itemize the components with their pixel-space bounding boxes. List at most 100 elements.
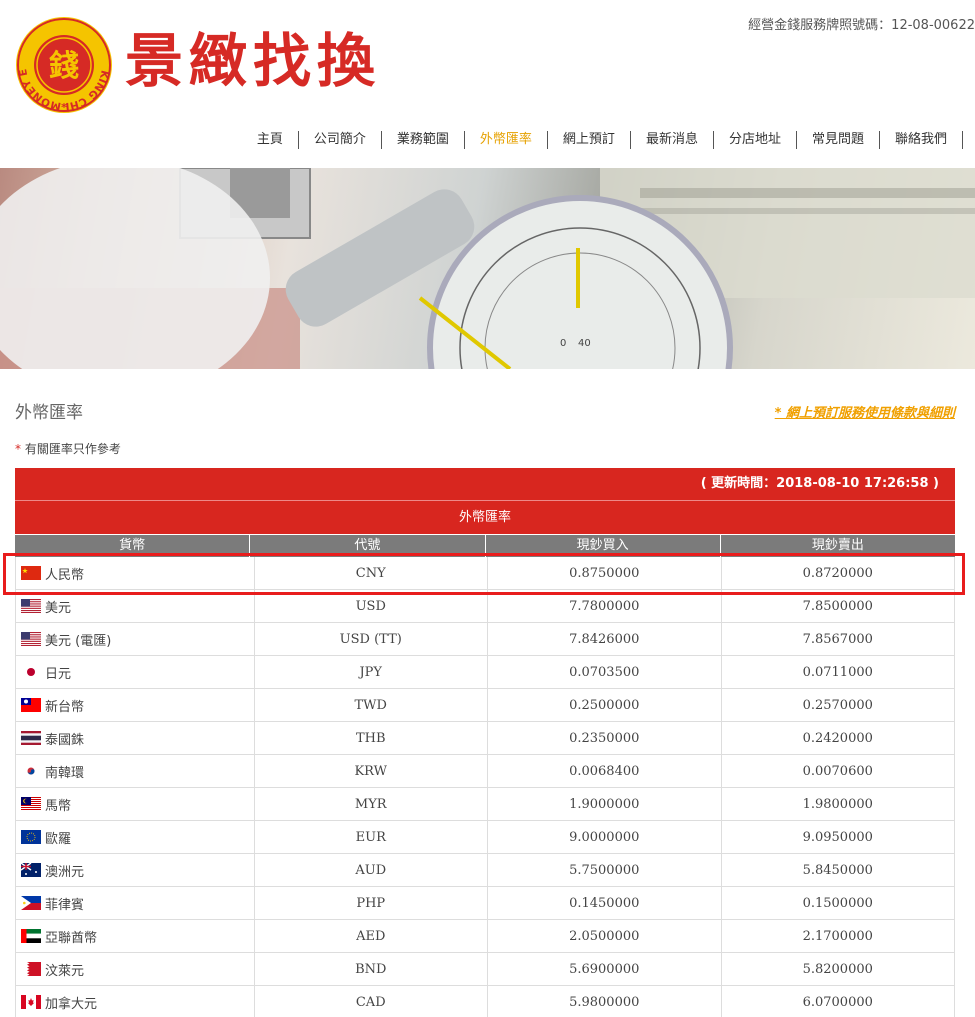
sell-rate: 5.8200000	[720, 953, 955, 985]
currency-cell: 南韓環	[15, 755, 254, 787]
currency-code: KRW	[253, 755, 488, 787]
currency-code: USD	[253, 590, 488, 622]
nav-news[interactable]: 最新消息	[631, 131, 714, 149]
currency-name: 亞聯酋幣	[45, 930, 98, 946]
table-title: 外幣匯率	[15, 500, 955, 534]
buy-rate: 0.2350000	[487, 722, 721, 754]
table-row: 亞聯酋幣 AED 2.0500000 2.1700000	[15, 920, 955, 953]
currency-code: EUR	[253, 821, 488, 853]
currency-cell: 美元	[15, 590, 254, 622]
currency-code: MYR	[253, 788, 488, 820]
table-row: 菲律賓 PHP 0.1450000 0.1500000	[15, 887, 955, 920]
header-buy: 現鈔買入	[486, 535, 721, 557]
bh-flag-icon	[21, 962, 41, 976]
rates-table: ( 更新時間：2018-08-10 17:26:58 ) 外幣匯率 貨幣 代號 …	[15, 468, 955, 1017]
buy-rate: 0.8750000	[487, 557, 721, 589]
buy-rate: 5.9800000	[487, 986, 721, 1017]
table-body: 人民幣 CNY 0.8750000 0.8720000 美元 USD 7.7800000 7.…	[15, 557, 955, 1017]
disclaimer-note: * 有關匯率只作參考	[15, 440, 121, 457]
nav-faq[interactable]: 常見問題	[797, 131, 880, 149]
nav-contact[interactable]: 聯絡我們	[880, 131, 963, 149]
table-row: 人民幣 CNY 0.8750000 0.8720000	[15, 557, 955, 590]
buy-rate: 7.8426000	[487, 623, 721, 655]
ph-flag-icon	[21, 896, 41, 910]
currency-name: 馬幣	[45, 798, 72, 814]
currency-code: PHP	[253, 887, 488, 919]
logo-star: *	[61, 101, 67, 114]
currency-name: 日元	[45, 666, 72, 682]
currency-name: 泰國銖	[45, 732, 85, 748]
logo[interactable]: KING CHI MONEY EXCHANGE 錢 *	[11, 7, 113, 114]
header-currency: 貨幣	[15, 535, 251, 557]
buy-rate: 0.1450000	[487, 887, 721, 919]
nav-exchange-rates[interactable]: 外幣匯率	[465, 131, 548, 149]
license-number: 經營金錢服務牌照號碼：12-08-00622	[748, 18, 975, 33]
sell-rate: 2.1700000	[720, 920, 955, 952]
svg-text:40: 40	[578, 338, 591, 349]
currency-cell: 菲律賓	[15, 887, 254, 919]
sell-rate: 7.8500000	[720, 590, 955, 622]
th-flag-icon	[21, 731, 41, 745]
buy-rate: 0.2500000	[487, 689, 721, 721]
currency-cell: 人民幣	[15, 557, 254, 589]
us-flag-icon	[21, 632, 41, 646]
nav-about[interactable]: 公司簡介	[299, 131, 382, 149]
table-row: 新台幣 TWD 0.2500000 0.2570000	[15, 689, 955, 722]
table-row: 泰國銖 THB 0.2350000 0.2420000	[15, 722, 955, 755]
ca-flag-icon	[21, 995, 41, 1009]
table-row: 日元 JPY 0.0703500 0.0711000	[15, 656, 955, 689]
currency-name: 菲律賓	[45, 897, 85, 913]
nav-online-booking[interactable]: 網上預訂	[548, 131, 631, 149]
currency-name: 加拿大元	[45, 996, 98, 1012]
sell-rate: 0.8720000	[720, 557, 955, 589]
sell-rate: 9.0950000	[720, 821, 955, 853]
sell-rate: 0.0070600	[720, 755, 955, 787]
nav-services[interactable]: 業務範圍	[382, 131, 465, 149]
eu-flag-icon	[21, 830, 41, 844]
sell-rate: 0.1500000	[720, 887, 955, 919]
currency-code: CAD	[253, 986, 488, 1017]
sell-rate: 7.8567000	[720, 623, 955, 655]
currency-cell: 汶萊元	[15, 953, 254, 985]
table-row: 澳洲元 AUD 5.7500000 5.8450000	[15, 854, 955, 887]
update-time: ( 更新時間：2018-08-10 17:26:58 )	[15, 468, 955, 500]
currency-code: JPY	[253, 656, 488, 688]
currency-code: AUD	[253, 854, 488, 886]
currency-name: 歐羅	[45, 831, 72, 847]
currency-name: 美元 (電匯)	[45, 633, 112, 649]
currency-code: THB	[253, 722, 488, 754]
currency-name: 新台幣	[45, 699, 85, 715]
sell-rate: 0.0711000	[720, 656, 955, 688]
table-row: 美元 (電匯) USD (TT) 7.8426000 7.8567000	[15, 623, 955, 656]
buy-rate: 2.0500000	[487, 920, 721, 952]
main-nav: 主頁 公司簡介 業務範圍 外幣匯率 網上預訂 最新消息 分店地址 常見問題 聯絡…	[242, 131, 963, 149]
header-sell: 現鈔賣出	[811, 538, 864, 553]
table-row: 南韓環 KRW 0.0068400 0.0070600	[15, 755, 955, 788]
currency-name: 澳洲元	[45, 864, 85, 880]
tw-flag-icon	[21, 698, 41, 712]
currency-cell: 泰國銖	[15, 722, 254, 754]
currency-cell: 亞聯酋幣	[15, 920, 254, 952]
table-row: 馬幣 MYR 1.9000000 1.9800000	[15, 788, 955, 821]
currency-cell: 新台幣	[15, 689, 254, 721]
currency-cell: 加拿大元	[15, 986, 254, 1017]
buy-rate: 0.0703500	[487, 656, 721, 688]
currency-cell: 美元 (電匯)	[15, 623, 254, 655]
banner-image: 0 40	[0, 168, 975, 369]
currency-name: 南韓環	[45, 765, 85, 781]
nav-home[interactable]: 主頁	[242, 131, 299, 149]
currency-name: 美元	[45, 600, 72, 616]
jp-flag-icon	[21, 665, 41, 679]
banner-illustration: 0 40	[0, 168, 975, 369]
currency-code: AED	[253, 920, 488, 952]
currency-name: 人民幣	[45, 567, 85, 583]
table-row: 汶萊元 BND 5.6900000 5.8200000	[15, 953, 955, 986]
terms-link[interactable]: * 網上預訂服務使用條款與細則	[775, 402, 955, 421]
sell-rate: 0.2420000	[720, 722, 955, 754]
nav-branches[interactable]: 分店地址	[714, 131, 797, 149]
page-title: 外幣匯率	[15, 403, 83, 423]
buy-rate: 1.9000000	[487, 788, 721, 820]
currency-code: BND	[253, 953, 488, 985]
note-star: *	[15, 442, 21, 456]
sell-rate: 0.2570000	[720, 689, 955, 721]
